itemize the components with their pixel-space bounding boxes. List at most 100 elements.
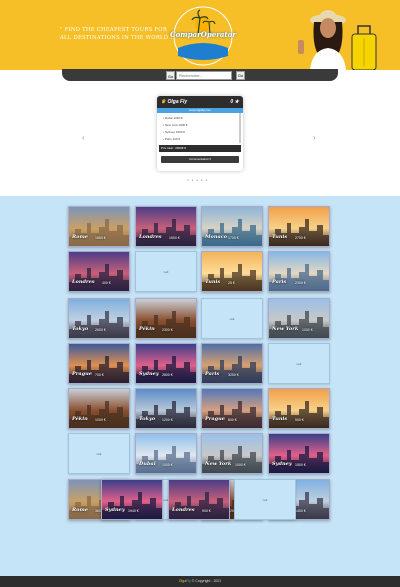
tile-price: 1500 €: [169, 236, 180, 240]
operator-total-price: Prix total : 3600€ €: [159, 145, 241, 152]
destination-tile[interactable]: Londres 900 €: [168, 479, 230, 520]
destination-tile[interactable]: New York 1000 €: [201, 433, 263, 474]
search-form: Go Go: [166, 71, 245, 80]
destination-tile[interactable]: Londres 400 €: [68, 251, 130, 292]
tile-price: 1400 €: [295, 509, 306, 513]
destination-item: • Sydney 1500 €: [163, 130, 185, 134]
destination-tile[interactable]: Rome 1650 €: [68, 206, 130, 247]
tile-skyline-image: [202, 446, 262, 473]
destination-tile-empty[interactable]: null: [201, 298, 263, 339]
tile-city-name: Sydney: [272, 461, 292, 467]
destination-tile-empty[interactable]: null: [68, 433, 130, 474]
destination-tile[interactable]: Prague 700 €: [68, 343, 130, 384]
tile-price: 1200 €: [162, 418, 173, 422]
destination-tile-empty[interactable]: null: [268, 343, 330, 384]
tile-skyline-image: [69, 264, 129, 291]
tile-price: 1500 €: [295, 463, 306, 467]
tile-skyline-image: [69, 356, 129, 383]
operator-name: Olga Fly: [167, 99, 188, 105]
search-submit-button[interactable]: Go: [236, 71, 245, 80]
destination-tile[interactable]: Tunis 2700 €: [268, 206, 330, 247]
tile-skyline-image: [136, 446, 196, 473]
carousel-next-button[interactable]: ›: [313, 133, 316, 142]
operator-card-header: ♛ Olga Fly 0 ★: [157, 96, 243, 108]
destination-item: • New York 1000 €: [163, 123, 188, 127]
tile-skyline-image: [269, 219, 329, 246]
tile-skyline-image: [69, 311, 129, 338]
destination-tile-empty[interactable]: null: [135, 251, 197, 292]
tile-city-name: New York: [205, 461, 232, 467]
tile-city-name: Prague: [72, 371, 92, 377]
tile-skyline-image: [102, 492, 162, 519]
tile-city-name: Tunis: [272, 234, 288, 240]
search-input[interactable]: [176, 71, 232, 80]
tile-city-name: Rome: [72, 507, 88, 513]
tile-city-name: Londres: [172, 507, 195, 513]
tile-price: 400 €: [102, 281, 111, 285]
tile-skyline-image: [169, 492, 229, 519]
tile-price: 2800 €: [162, 373, 173, 377]
traveler-illustration: [298, 10, 377, 70]
tile-price: 500 €: [295, 418, 304, 422]
destination-tile[interactable]: Prague 800 €: [201, 388, 263, 429]
comments-toggle-button[interactable]: Commentaires ▾: [161, 156, 239, 163]
destination-tile[interactable]: Pékin 1000 €: [68, 388, 130, 429]
destination-list: • Dubai 1000 € • New York 1000 € • Sydne…: [160, 115, 240, 143]
tile-price: 1000 €: [235, 463, 246, 467]
tile-price: 2300 €: [162, 328, 173, 332]
destination-tile[interactable]: Monaco 1700 €: [201, 206, 263, 247]
tile-price: 3250 €: [228, 373, 239, 377]
tile-city-name: Paris: [205, 371, 220, 377]
tile-skyline-image: [202, 219, 262, 246]
destination-tile[interactable]: Paris 2300 €: [268, 251, 330, 292]
site-footer: OlgaFly © Copyright - 2021: [0, 576, 400, 587]
tile-city-name: Tunis: [272, 416, 288, 422]
destination-item: • Dubai 1000 €: [163, 116, 183, 120]
tile-city-name: Prague: [205, 416, 225, 422]
operator-link[interactable]: www.olgafly.com: [157, 108, 243, 113]
tile-city-name: Sydney: [105, 507, 125, 513]
tile-city-name: Paris: [272, 279, 287, 285]
tile-skyline-image: [202, 264, 262, 291]
search-prefix-button[interactable]: Go: [166, 71, 175, 80]
destination-tile[interactable]: Pékin 2300 €: [135, 298, 197, 339]
tile-city-name: Rome: [72, 234, 88, 240]
tile-price: 1940 €: [128, 509, 139, 513]
tile-skyline-image: [269, 311, 329, 338]
destination-tile[interactable]: Dubaï 1000 €: [135, 433, 197, 474]
carousel-prev-button[interactable]: ‹: [82, 133, 85, 142]
destination-tile[interactable]: Londres 1500 €: [135, 206, 197, 247]
tile-price: 2600 €: [95, 328, 106, 332]
destination-list-scrollbar[interactable]: [239, 113, 241, 143]
destination-tile[interactable]: Tunis 25 €: [201, 251, 263, 292]
tile-placeholder-text: null: [163, 270, 169, 274]
destination-tile[interactable]: Tokyo 1200 €: [135, 388, 197, 429]
tile-city-name: Pékin: [72, 416, 88, 422]
header-tagline: " Find the cheapest tours for all destin…: [60, 27, 178, 42]
tile-price: 700 €: [95, 373, 104, 377]
tile-city-name: Monaco: [205, 234, 228, 240]
site-logo[interactable]: ComparOperator: [170, 4, 236, 68]
carousel-indicators[interactable]: ● ● ● ● ●: [187, 178, 208, 182]
tile-price: 1000 €: [162, 463, 173, 467]
destination-tile-empty[interactable]: null: [234, 479, 296, 520]
destination-tile[interactable]: New York 1000 €: [268, 298, 330, 339]
destination-tile[interactable]: Tokyo 2600 €: [68, 298, 130, 339]
site-header: " Find the cheapest tours for all destin…: [0, 0, 400, 70]
tile-city-name: Londres: [139, 234, 162, 240]
destination-tile[interactable]: Sydney 1940 €: [101, 479, 163, 520]
tile-city-name: Dubaï: [139, 461, 156, 467]
tile-skyline-image: [136, 311, 196, 338]
destination-tile[interactable]: Tunis 500 €: [268, 388, 330, 429]
destination-tile[interactable]: Sydney 2800 €: [135, 343, 197, 384]
destination-tile[interactable]: Sydney 1500 €: [268, 433, 330, 474]
tile-city-name: Londres: [72, 279, 95, 285]
crown-icon: ♛: [161, 99, 166, 105]
tile-skyline-image: [136, 219, 196, 246]
tile-skyline-image: [69, 401, 129, 428]
tile-skyline-image: [202, 356, 262, 383]
destination-tile[interactable]: Paris 3250 €: [201, 343, 263, 384]
tile-skyline-image: [269, 264, 329, 291]
destinations-grid: Rome 1650 € Londres 1500 € Monaco 1700 € Tunis…: [0, 196, 400, 576]
tile-price: 2300 €: [295, 281, 306, 285]
